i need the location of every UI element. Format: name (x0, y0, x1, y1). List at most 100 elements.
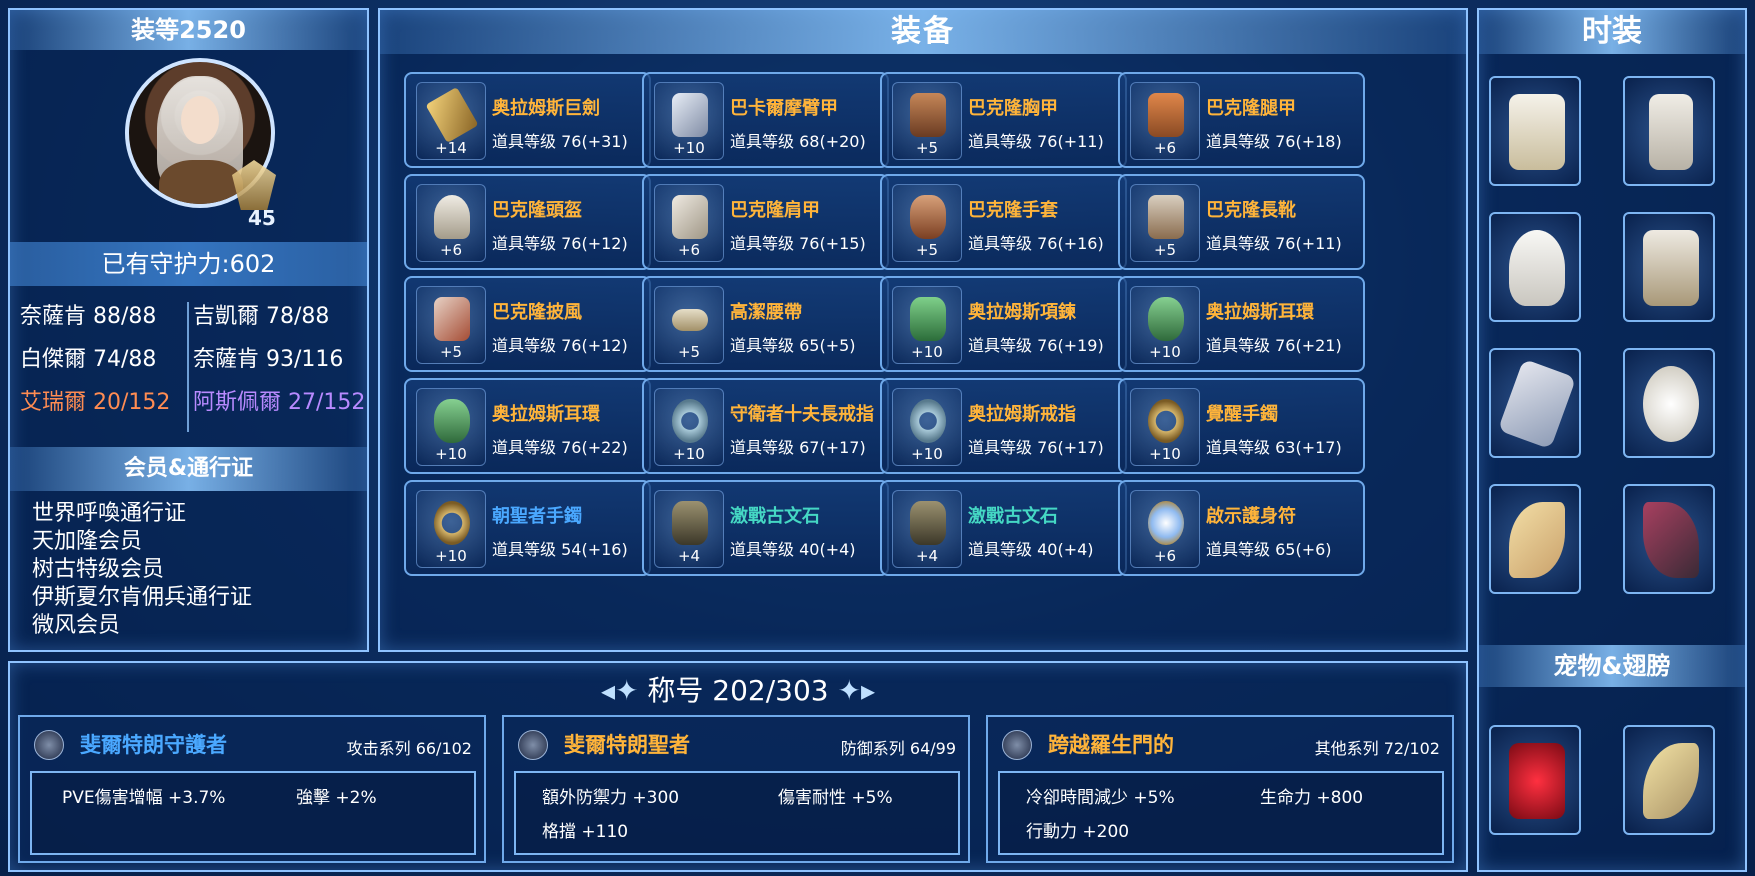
equipment-slot[interactable]: +6 巴克隆腿甲 道具等级 76(+18) (1118, 72, 1365, 168)
equipment-slot[interactable]: +10 奥拉姆斯耳環 道具等级 76(+21) (1118, 276, 1365, 372)
title-effects: 額外防禦力 +300 傷害耐性 +5% 格擋 +110 (514, 771, 960, 855)
costume-slot-boots[interactable] (1623, 212, 1715, 322)
gloves-icon: +5 (892, 184, 962, 262)
enhance-level: +10 (673, 445, 705, 463)
costume-panel: 时装 宠物&翅膀 (1477, 8, 1747, 872)
amulet-icon: +6 (1130, 490, 1200, 568)
stat-1: 奈薩肯 88/88 (20, 304, 157, 329)
enhance-level: +6 (1153, 547, 1177, 565)
equipment-slot[interactable]: +10 朝聖者手鐲道具等级 54(+16) (404, 480, 651, 576)
bracelet-icon: +10 (416, 490, 486, 568)
item-name: 覺醒手鐲 (1206, 404, 1278, 425)
enhance-level: +10 (911, 343, 943, 361)
item-level: 道具等级 76(+11) (1206, 234, 1342, 253)
equipment-slot[interactable]: +6 啟示護身符 道具等级 65(+6) (1118, 480, 1365, 576)
costume-slot-gloves[interactable] (1489, 212, 1581, 322)
item-name: 巴卡爾摩臂甲 (730, 98, 838, 119)
item-name: 高潔腰帶 (730, 302, 802, 323)
item-name: 巴克隆肩甲 (730, 200, 820, 221)
costume-slot-head[interactable] (1623, 348, 1715, 458)
item-name: 奥拉姆斯耳環 (1206, 302, 1314, 323)
equipment-slot[interactable]: +5 巴克隆手套 道具等级 76(+16) (880, 174, 1127, 270)
character-panel: 装等2520 45 已有守护力:602 奈薩肯 88/88 吉凱爾 78/88 … (8, 8, 369, 652)
item-name: 朝聖者手鐲 (492, 506, 582, 527)
title-effects: PVE傷害增幅 +3.7% 強擊 +2% (30, 771, 476, 855)
membership-item: 天加隆会员 (32, 529, 143, 554)
title-name: 跨越羅生門的 (1048, 733, 1174, 757)
item-level: 道具等级 65(+6) (1206, 540, 1332, 559)
title-series: 防御系列 64/99 (840, 739, 956, 758)
enhance-level: +4 (915, 547, 939, 565)
helmet-icon: +6 (416, 184, 486, 262)
title-name: 斐爾特朗守護者 (80, 733, 227, 757)
star-emblem-icon (1002, 730, 1032, 760)
item-level: 道具等级 76(+16) (968, 234, 1104, 253)
equipment-slot[interactable]: +6 巴克隆頭盔 道具等级 76(+12) (404, 174, 651, 270)
costume-slot-bottom[interactable] (1623, 76, 1715, 186)
equipment-slot[interactable]: +10 奥拉姆斯戒指 道具等级 76(+17) (880, 378, 1127, 474)
equipment-slot[interactable]: +5 高潔腰帶道具等级 65(+5) (642, 276, 889, 372)
costume-slot-weapon[interactable] (1489, 348, 1581, 458)
membership-item: 树古特级会员 (32, 557, 165, 582)
leg-armor-icon: +6 (1130, 82, 1200, 160)
title-series: 攻击系列 66/102 (346, 739, 472, 758)
titles-count: 称号 202/303 (647, 674, 829, 707)
membership-list: 世界呼喚通行证 天加隆会员 树古特级会员 伊斯夏尔肯佣兵通行证 微风会员 (32, 500, 252, 640)
necklace-icon: +10 (892, 286, 962, 364)
equipment-slot[interactable]: +10 奥拉姆斯耳環 道具等级 76(+22) (404, 378, 651, 474)
stats-divider (187, 302, 189, 432)
pet-wings-title: 宠物&翅膀 (1479, 645, 1745, 687)
item-level: 道具等级 65(+5) (730, 336, 856, 355)
costume-slot-accessory-1[interactable] (1489, 484, 1581, 594)
stat-3: 白傑爾 74/88 (20, 347, 157, 372)
shoulder-armor-icon: +6 (654, 184, 724, 262)
equipment-slot[interactable]: +5 巴克隆披風 道具等级 76(+12) (404, 276, 651, 372)
item-name: 奥拉姆斯巨劍 (492, 98, 600, 119)
stat-2: 吉凱爾 78/88 (193, 304, 330, 329)
title-effects: 冷卻時間減少 +5% 生命力 +800 行動力 +200 (998, 771, 1444, 855)
equipment-slot[interactable]: +5 巴克隆胸甲 道具等级 76(+11) (880, 72, 1127, 168)
membership-title: 会员&通行证 (10, 447, 367, 491)
title-effect: 強擊 +2% (296, 788, 377, 808)
enhance-level: +5 (677, 343, 701, 361)
membership-item: 微风会员 (32, 613, 121, 638)
enhance-level: +14 (435, 139, 467, 157)
costume-slot-accessory-2[interactable] (1623, 484, 1715, 594)
equipment-slot[interactable]: +14 奥拉姆斯巨劍 道具等级 76(+31) (404, 72, 651, 168)
item-name: 巴克隆腿甲 (1206, 98, 1296, 119)
title-card-other[interactable]: 跨越羅生門的 其他系列 72/102 冷卻時間減少 +5% 生命力 +800 行… (986, 715, 1454, 863)
item-level: 道具等级 54(+16) (492, 540, 628, 559)
stat-4: 奈薩肯 93/116 (193, 347, 344, 372)
equipment-slot[interactable]: +10 巴卡爾摩臂甲 道具等级 68(+20) (642, 72, 889, 168)
costume-title: 时装 (1479, 10, 1745, 54)
enhance-level: +5 (915, 241, 939, 259)
title-card-attack[interactable]: 斐爾特朗守護者 攻击系列 66/102 PVE傷害增幅 +3.7% 強擊 +2% (18, 715, 486, 863)
enhance-level: +10 (435, 547, 467, 565)
membership-item: 伊斯夏尔肯佣兵通行证 (32, 585, 253, 610)
equipment-slot[interactable]: +6 巴克隆肩甲道具等级 76(+15) (642, 174, 889, 270)
equipment-slot[interactable]: +4 激戰古文石 道具等级 40(+4) (642, 480, 889, 576)
enhance-level: +10 (911, 445, 943, 463)
character-level: 45 (248, 206, 276, 230)
wings-slot[interactable] (1623, 725, 1715, 835)
title-card-defense[interactable]: 斐爾特朗聖者 防御系列 64/99 額外防禦力 +300 傷害耐性 +5% 格擋… (502, 715, 970, 863)
item-level: 道具等级 76(+19) (968, 336, 1104, 355)
equipment-slot[interactable]: +10 覺醒手鐲 道具等级 63(+17) (1118, 378, 1365, 474)
title-name: 斐爾特朗聖者 (564, 733, 690, 757)
equipment-slot[interactable]: +4 激戰古文石 道具等级 40(+4) (880, 480, 1127, 576)
item-level: 道具等级 76(+11) (968, 132, 1104, 151)
item-level: 道具等级 76(+15) (730, 234, 866, 253)
equipment-slot[interactable]: +5 巴克隆長靴 道具等级 76(+11) (1118, 174, 1365, 270)
equipment-slot[interactable]: +10 守衛者十夫長戒指 道具等级 67(+17) (642, 378, 889, 474)
enhance-level: +5 (1153, 241, 1177, 259)
stat-6: 阿斯佩爾 27/152 (193, 390, 366, 415)
equipment-slot[interactable]: +10 奥拉姆斯項鍊道具等级 76(+19) (880, 276, 1127, 372)
stats-grid: 奈薩肯 88/88 吉凱爾 78/88 白傑爾 74/88 奈薩肯 93/116… (10, 290, 367, 440)
item-name: 奥拉姆斯項鍊 (968, 302, 1076, 323)
pet-slot[interactable] (1489, 725, 1581, 835)
enhance-level: +5 (915, 139, 939, 157)
costume-slot-top[interactable] (1489, 76, 1581, 186)
title-effect: 冷卻時間減少 +5% (1026, 788, 1175, 808)
title-effect: 傷害耐性 +5% (778, 788, 893, 808)
title-effect: 格擋 +110 (542, 822, 629, 842)
